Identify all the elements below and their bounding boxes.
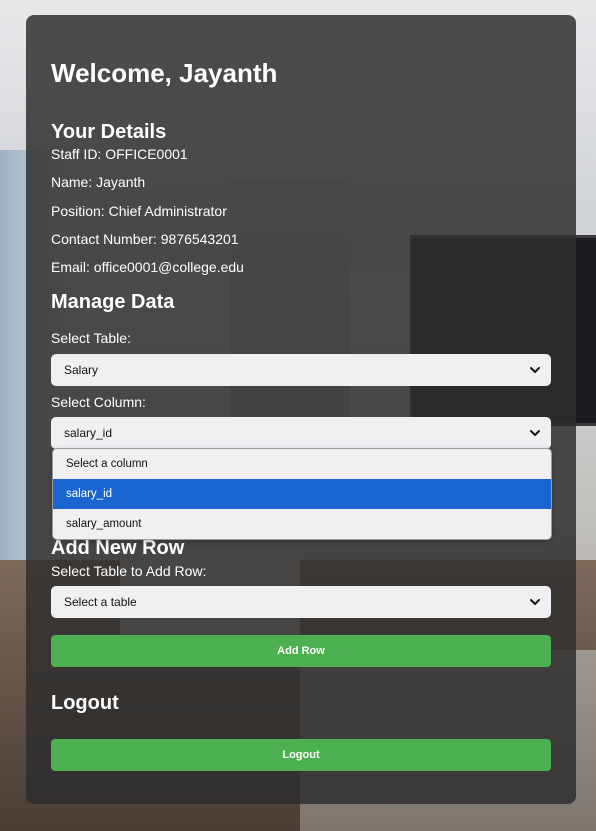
add-row-heading: Add New Row [51, 537, 185, 559]
chevron-down-icon [530, 599, 540, 605]
add-row-select-value: Select a table [64, 595, 137, 609]
add-row-table-label: Select Table to Add Row: [51, 563, 207, 579]
details-heading: Your Details [51, 121, 167, 143]
manage-data-heading: Manage Data [51, 291, 175, 313]
contact-text: Contact Number: 9876543201 [51, 231, 239, 247]
column-option-selected[interactable]: salary_id [53, 479, 551, 509]
column-option[interactable]: Select a column [53, 449, 551, 479]
column-option[interactable]: salary_amount [53, 509, 551, 539]
select-table-label: Select Table: [51, 330, 131, 346]
email-text: Email: office0001@college.edu [51, 259, 244, 275]
table-select[interactable]: Salary [51, 354, 551, 386]
select-column-label: Select Column: [51, 394, 146, 410]
name-text: Name: Jayanth [51, 174, 146, 190]
add-row-table-select[interactable]: Select a table [51, 586, 551, 618]
chevron-down-icon [530, 430, 540, 436]
add-row-button[interactable]: Add Row [51, 635, 551, 667]
position-text: Position: Chief Administrator [51, 203, 227, 219]
page-title: Welcome, Jayanth [51, 58, 278, 88]
staff-id-text: Staff ID: OFFICE0001 [51, 146, 188, 162]
column-select-value: salary_id [64, 426, 113, 440]
column-select[interactable]: salary_id [51, 417, 551, 449]
logout-button[interactable]: Logout [51, 739, 551, 771]
column-dropdown-list: Select a column salary_id salary_amount [52, 448, 552, 540]
dashboard-panel: Welcome, Jayanth Your Details Staff ID: … [26, 15, 576, 804]
table-select-value: Salary [64, 363, 99, 377]
chevron-down-icon [530, 367, 540, 373]
logout-heading: Logout [51, 692, 119, 714]
